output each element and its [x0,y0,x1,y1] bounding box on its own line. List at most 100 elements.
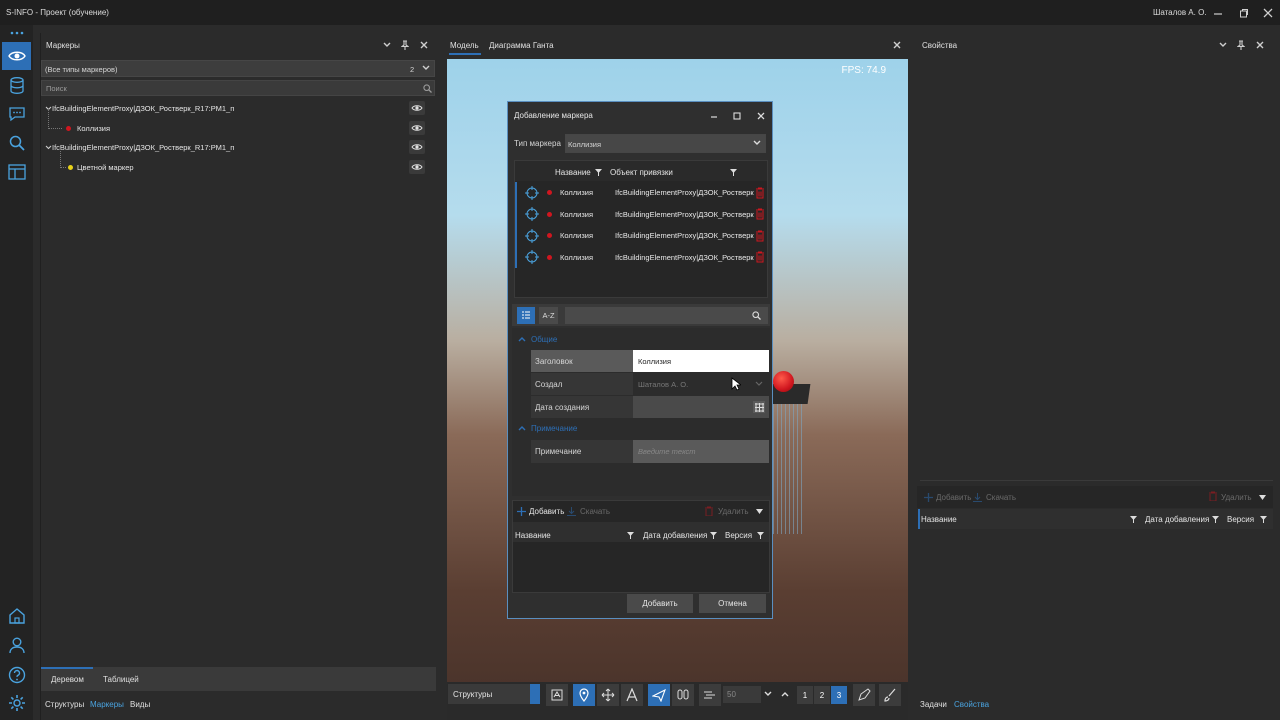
search-icon[interactable] [751,310,761,320]
settings-icon[interactable] [6,692,28,714]
visibility-eye-icon[interactable] [409,101,425,115]
pin-icon[interactable] [399,39,411,51]
visibility-eye-icon[interactable] [409,160,425,174]
chevron-down-icon[interactable] [763,688,773,700]
collision-marker[interactable] [773,371,794,392]
chevron-down-icon[interactable] [752,138,762,148]
download-icon[interactable] [972,492,982,502]
group-general[interactable]: Общие [531,335,557,344]
note-input[interactable]: Введите текст [633,440,769,463]
delete-icon[interactable] [755,208,765,220]
add-icon[interactable] [923,492,933,502]
close-icon[interactable] [755,110,767,122]
locate-icon[interactable] [517,185,547,200]
filter-icon[interactable] [1259,515,1267,523]
tree-item-child[interactable]: Коллизия [66,119,366,138]
tab-properties[interactable]: Свойства [954,700,989,709]
chevron-up-icon[interactable] [780,688,790,700]
user-name[interactable]: Шаталов А. О. [1153,8,1207,17]
col-date-header[interactable]: Дата добавления [643,531,707,540]
chevron-up-icon[interactable] [517,335,527,343]
delete-icon[interactable] [755,187,765,199]
walk-mode-icon[interactable] [672,684,694,706]
filter-icon[interactable] [594,168,602,176]
user-icon[interactable] [6,634,28,656]
filter-icon[interactable] [709,531,717,539]
text-tool-icon[interactable] [546,684,568,706]
close-panel-icon[interactable] [891,39,903,51]
locate-icon[interactable] [517,250,547,265]
more-dots-icon[interactable] [8,28,26,38]
cancel-button[interactable]: Отмена [699,594,766,613]
maximize-icon[interactable] [731,110,743,122]
categorized-view-icon[interactable] [517,307,535,324]
table-row[interactable]: Коллизия IfcBuildingElementProxy|ДЗОК_Ро… [515,203,767,225]
tree-item[interactable]: IfcBuildingElementProxy|ДЗОК_Ростверк_R1… [44,99,432,118]
filter-icon[interactable] [1129,515,1137,523]
table-row[interactable]: Коллизия IfcBuildingElementProxy|ДЗОК_Ро… [515,225,767,247]
chevron-down-icon[interactable] [755,381,763,387]
visibility-eye-icon[interactable] [409,121,425,135]
group-note[interactable]: Примечание [531,424,577,433]
splitter[interactable] [920,480,1273,481]
search-icon[interactable] [422,83,432,93]
locate-icon[interactable] [517,207,547,222]
col-name-header[interactable]: Название [515,531,551,540]
tab-tree[interactable]: Деревом [51,675,84,684]
col-object-header[interactable]: Объект привязки [610,168,673,177]
filter-icon[interactable] [1211,515,1219,523]
close-icon[interactable] [1260,5,1276,21]
chevron-down-icon[interactable] [44,145,52,150]
calendar-icon[interactable] [753,401,765,413]
add-icon[interactable] [516,506,526,516]
filter-icon[interactable] [729,168,737,176]
chat-icon[interactable] [6,103,28,125]
tree-item[interactable]: IfcBuildingElementProxy|ДЗОК_Ростверк_R1… [44,138,432,157]
move-tool-icon[interactable] [597,684,619,706]
database-icon[interactable] [6,75,28,97]
col-version-header[interactable]: Версия [725,531,752,540]
minimize-icon[interactable] [708,110,720,122]
pen-tool-icon[interactable] [853,684,875,706]
help-icon[interactable] [6,664,28,686]
restore-icon[interactable] [1236,5,1252,21]
tab-markers[interactable]: Маркеры [90,700,124,709]
page-1-button[interactable]: 1 [797,686,813,704]
measure-tool-icon[interactable] [621,684,643,706]
close-panel-icon[interactable] [1254,39,1266,51]
delete-attachment-button[interactable]: Удалить [718,507,749,516]
chevron-down-icon[interactable] [1217,39,1229,51]
col-name-header[interactable]: Название [921,515,957,524]
download-icon[interactable] [566,506,576,516]
tab-tasks[interactable]: Задачи [920,700,947,709]
dropdown-arrow-icon[interactable] [1258,493,1266,501]
locate-icon[interactable] [517,228,547,243]
add-attachment-button[interactable]: Добавить [529,507,564,516]
download-attachment-button[interactable]: Скачать [986,493,1016,502]
date-input[interactable] [633,396,769,418]
chevron-down-icon[interactable] [381,39,393,51]
page-3-button[interactable]: 3 [831,686,847,704]
filter-icon[interactable] [756,531,764,539]
add-button[interactable]: Добавить [627,594,693,613]
tab-model[interactable]: Модель [450,41,479,50]
brush-tool-icon[interactable] [879,684,901,706]
page-2-button[interactable]: 2 [814,686,830,704]
marker-tool-icon[interactable] [573,684,595,706]
delete-icon[interactable] [755,230,765,242]
table-row[interactable]: Коллизия IfcBuildingElementProxy|ДЗОК_Ро… [515,246,767,268]
pin-icon[interactable] [1235,39,1247,51]
tab-views[interactable]: Виды [130,700,150,709]
chevron-up-icon[interactable] [517,424,527,432]
markers-search-input[interactable] [41,80,435,96]
dropdown-arrow-icon[interactable] [755,507,763,515]
delete-icon[interactable] [755,251,765,263]
table-row[interactable]: Коллизия IfcBuildingElementProxy|ДЗОК_Ро… [515,182,767,204]
visibility-eye-icon[interactable] [409,140,425,154]
tab-table[interactable]: Таблицей [103,675,139,684]
title-input[interactable]: Коллизия [633,350,769,372]
delete-attachment-button[interactable]: Удалить [1221,493,1252,502]
tab-structures[interactable]: Структуры [45,700,84,709]
col-version-header[interactable]: Версия [1227,515,1254,524]
eye-icon[interactable] [6,45,28,67]
